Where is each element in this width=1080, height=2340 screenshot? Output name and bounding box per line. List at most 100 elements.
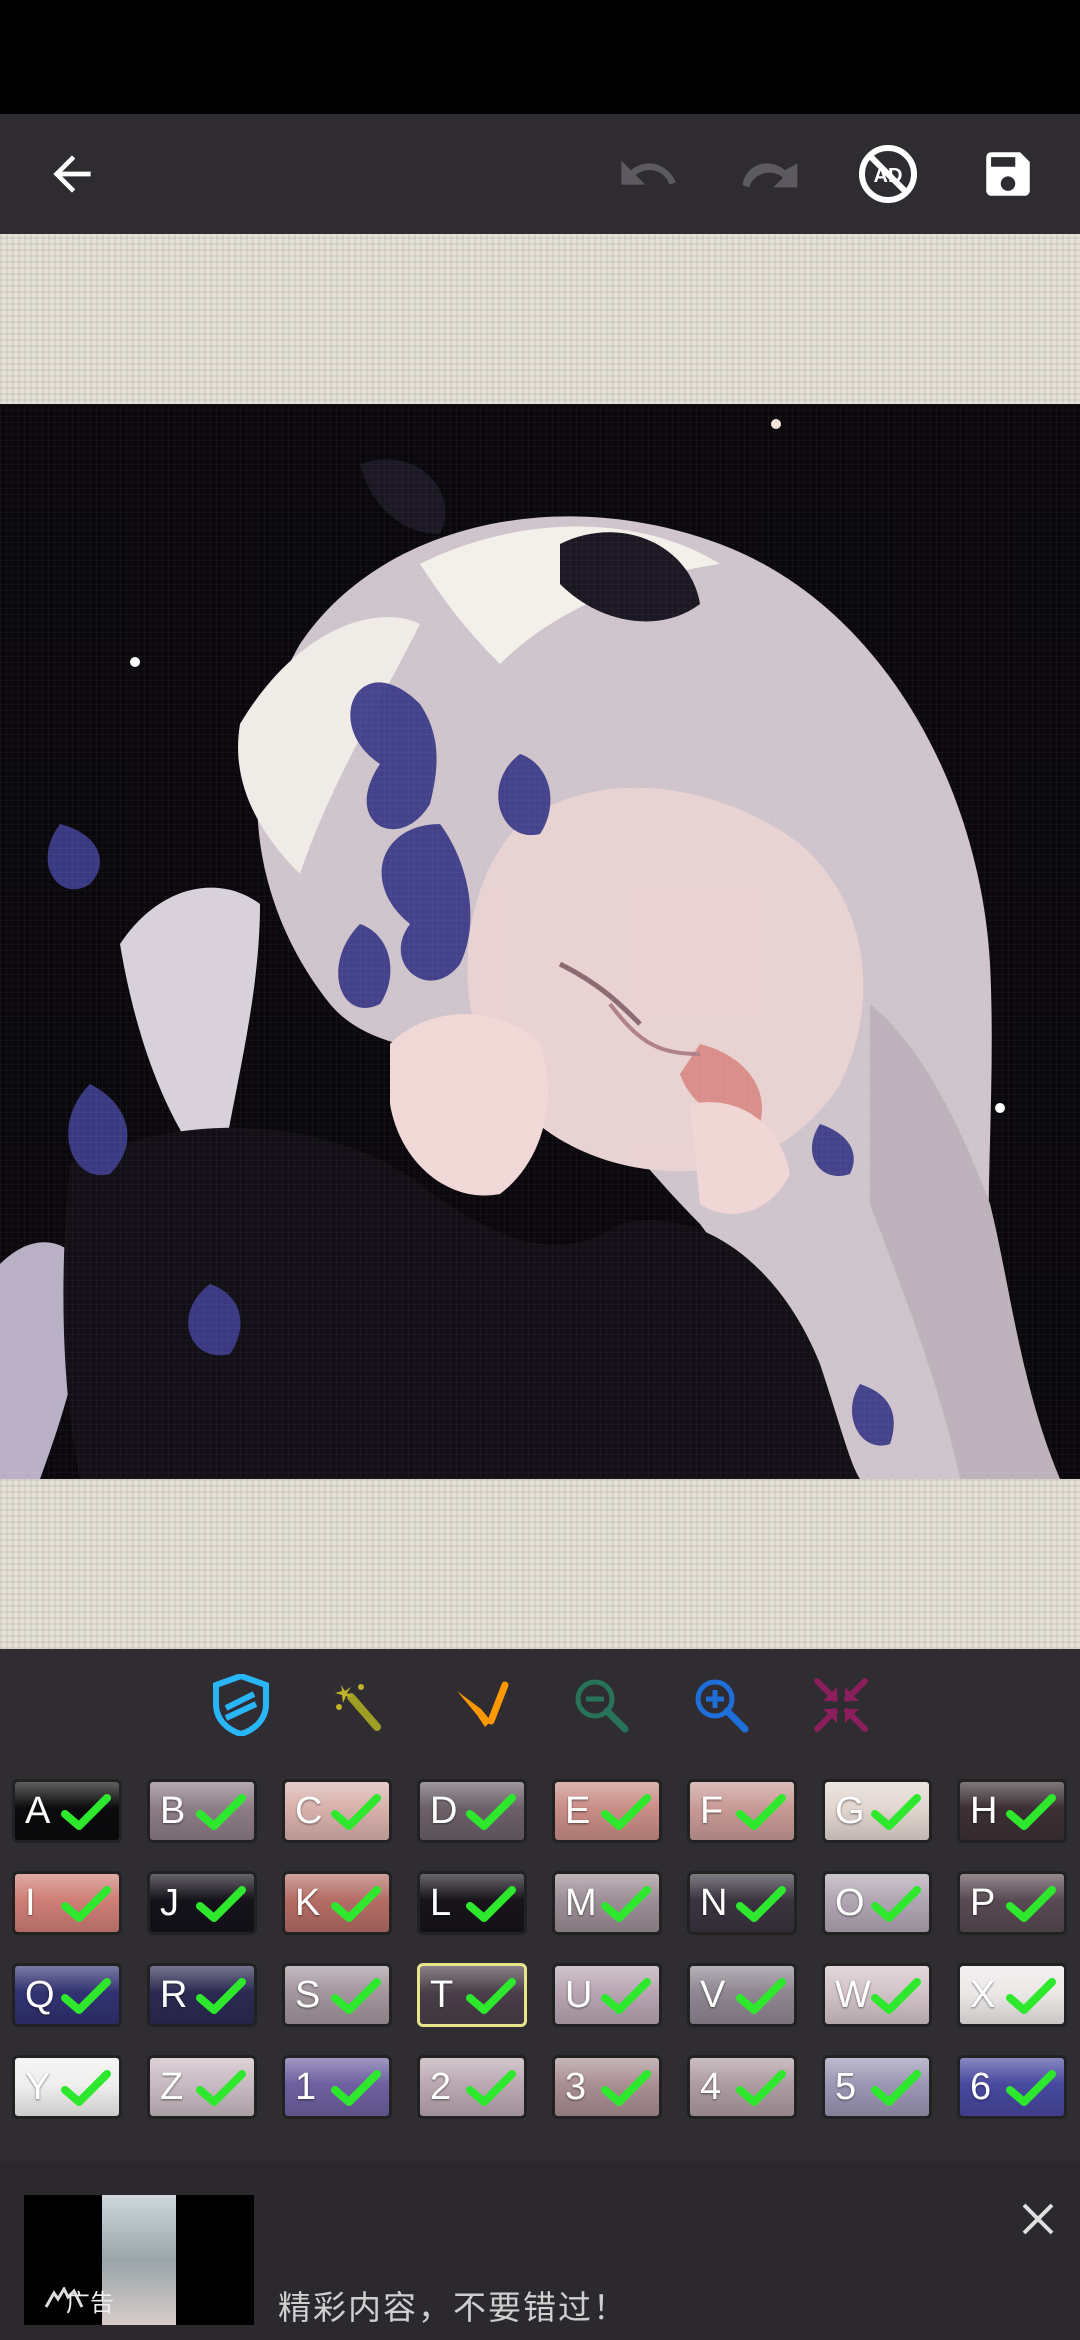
back-arrow-icon bbox=[53, 155, 91, 193]
color-chip-label: G bbox=[835, 1789, 865, 1832]
check-icon bbox=[871, 1794, 921, 1830]
color-chip-F[interactable]: F bbox=[687, 1779, 797, 1843]
check-icon bbox=[466, 2070, 516, 2106]
ad-close-button[interactable] bbox=[1010, 2191, 1066, 2247]
check-icon bbox=[736, 1886, 786, 1922]
color-chip-label: L bbox=[430, 1881, 452, 1924]
color-chip-label: 3 bbox=[565, 2065, 587, 2108]
color-chip-O[interactable]: O bbox=[822, 1871, 932, 1935]
check-icon bbox=[871, 1978, 921, 2014]
color-chip-A[interactable]: A bbox=[12, 1779, 122, 1843]
redo-icon bbox=[742, 163, 798, 188]
zoom-in-button[interactable] bbox=[683, 1667, 759, 1743]
check-icon bbox=[466, 1794, 516, 1830]
undo-button[interactable] bbox=[588, 114, 708, 234]
zoom-out-icon bbox=[575, 1679, 629, 1733]
color-chip-V[interactable]: V bbox=[687, 1963, 797, 2027]
color-chip-label: E bbox=[565, 1789, 591, 1832]
color-chip-C[interactable]: C bbox=[282, 1779, 392, 1843]
color-chip-label: V bbox=[700, 1973, 726, 2016]
color-chip-6[interactable]: 6 bbox=[957, 2055, 1067, 2119]
color-chip-Z[interactable]: Z bbox=[147, 2055, 257, 2119]
color-chip-S[interactable]: S bbox=[282, 1963, 392, 2027]
fit-screen-button[interactable] bbox=[803, 1667, 879, 1743]
remove-ads-button[interactable]: AD bbox=[828, 114, 948, 234]
check-icon bbox=[601, 1794, 651, 1830]
color-chip-Y[interactable]: Y bbox=[12, 2055, 122, 2119]
color-chip-label: J bbox=[160, 1881, 179, 1924]
color-chip-J[interactable]: J bbox=[147, 1871, 257, 1935]
color-chip-label: A bbox=[25, 1789, 51, 1832]
color-chip-M[interactable]: M bbox=[552, 1871, 662, 1935]
fit-screen-icon bbox=[814, 1678, 868, 1732]
color-chip-3[interactable]: 3 bbox=[552, 2055, 662, 2119]
undo-icon bbox=[621, 160, 676, 185]
color-chip-T[interactable]: T bbox=[417, 1963, 527, 2027]
ad-thumbnail[interactable] bbox=[24, 2195, 254, 2325]
magic-wand-icon bbox=[335, 1684, 381, 1731]
color-chip-B[interactable]: B bbox=[147, 1779, 257, 1843]
color-chip-U[interactable]: U bbox=[552, 1963, 662, 2027]
color-chip-label: H bbox=[970, 1789, 998, 1832]
check-icon bbox=[61, 2070, 111, 2106]
shield-tool-button[interactable] bbox=[203, 1667, 279, 1743]
check-icon bbox=[61, 1978, 111, 2014]
color-chip-L[interactable]: L bbox=[417, 1871, 527, 1935]
color-chip-N[interactable]: N bbox=[687, 1871, 797, 1935]
color-chip-2[interactable]: 2 bbox=[417, 2055, 527, 2119]
color-chip-R[interactable]: R bbox=[147, 1963, 257, 2027]
paint-tool-button[interactable] bbox=[443, 1667, 519, 1743]
check-icon bbox=[331, 1886, 381, 1922]
color-chip-label: X bbox=[970, 1973, 996, 2016]
check-icon bbox=[736, 1794, 786, 1830]
check-icon bbox=[331, 1978, 381, 2014]
check-icon bbox=[196, 2070, 246, 2106]
ad-banner[interactable]: 广告 精彩内容，不要错过！ bbox=[0, 2161, 1080, 2340]
pattern-artwork[interactable] bbox=[0, 404, 1080, 1479]
color-chip-H[interactable]: H bbox=[957, 1779, 1067, 1843]
color-chip-label: S bbox=[295, 1973, 321, 2016]
color-chip-4[interactable]: 4 bbox=[687, 2055, 797, 2119]
check-icon bbox=[601, 1886, 651, 1922]
svg-text:AD: AD bbox=[874, 165, 903, 187]
color-chip-I[interactable]: I bbox=[12, 1871, 122, 1935]
color-chip-label: F bbox=[700, 1789, 724, 1832]
color-chip-G[interactable]: G bbox=[822, 1779, 932, 1843]
check-icon bbox=[736, 2070, 786, 2106]
color-chip-label: D bbox=[430, 1789, 458, 1832]
save-button[interactable] bbox=[948, 114, 1068, 234]
color-palette: A B C D E F G H I J K L M N O P Q R S T U V W X Y Z 1 2 3 4 5 6 bbox=[12, 1779, 1072, 2149]
check-icon bbox=[601, 1978, 651, 2014]
zoom-out-button[interactable] bbox=[563, 1667, 639, 1743]
check-icon bbox=[196, 1978, 246, 2014]
color-chip-label: M bbox=[565, 1881, 597, 1924]
color-chip-D[interactable]: D bbox=[417, 1779, 527, 1843]
color-chip-label: U bbox=[565, 1973, 593, 2016]
check-icon bbox=[871, 2070, 921, 2106]
color-chip-5[interactable]: 5 bbox=[822, 2055, 932, 2119]
color-chip-1[interactable]: 1 bbox=[282, 2055, 392, 2119]
magic-wand-button[interactable] bbox=[323, 1667, 399, 1743]
no-ads-icon: AD bbox=[859, 145, 917, 203]
color-chip-W[interactable]: W bbox=[822, 1963, 932, 2027]
redo-button[interactable] bbox=[708, 114, 828, 234]
back-button[interactable] bbox=[12, 114, 132, 234]
color-chip-label: 6 bbox=[970, 2065, 992, 2108]
color-chip-P[interactable]: P bbox=[957, 1871, 1067, 1935]
color-chip-label: C bbox=[295, 1789, 323, 1832]
check-icon bbox=[1006, 1978, 1056, 2014]
check-icon bbox=[466, 1978, 516, 2014]
check-icon bbox=[1006, 1886, 1056, 1922]
color-chip-K[interactable]: K bbox=[282, 1871, 392, 1935]
color-chip-E[interactable]: E bbox=[552, 1779, 662, 1843]
color-chip-label: 4 bbox=[700, 2065, 722, 2108]
check-icon bbox=[196, 1886, 246, 1922]
check-icon bbox=[466, 1886, 516, 1922]
check-icon bbox=[871, 1886, 921, 1922]
color-chip-Q[interactable]: Q bbox=[12, 1963, 122, 2027]
status-bar bbox=[0, 0, 1080, 114]
color-chip-label: O bbox=[835, 1881, 865, 1924]
shield-tool-icon bbox=[213, 1674, 269, 1736]
color-chip-label: 5 bbox=[835, 2065, 857, 2108]
color-chip-X[interactable]: X bbox=[957, 1963, 1067, 2027]
